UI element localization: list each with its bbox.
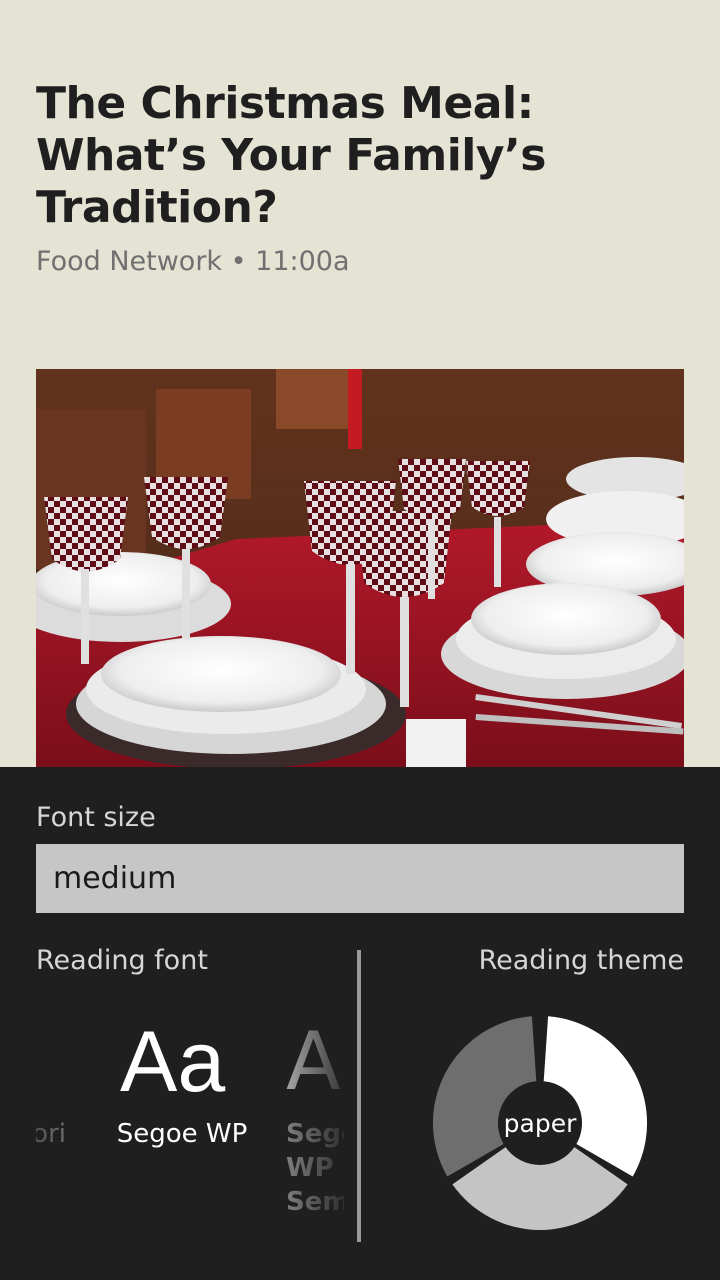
font-name: ori: [36, 1119, 66, 1149]
reading-theme-selector[interactable]: paper: [430, 1013, 650, 1233]
reading-font-label: Reading font: [36, 945, 208, 976]
article-view: The Christmas Meal: What’s Your Family’s…: [0, 0, 720, 768]
theme-segment-dark[interactable]: [432, 1016, 537, 1177]
article-source-time: Food Network • 11:00a: [36, 246, 350, 277]
reading-theme-label: Reading theme: [478, 945, 684, 976]
theme-segment-paper[interactable]: [543, 1016, 648, 1177]
font-option-next[interactable]: A Segoe WP Semibold: [286, 1007, 344, 1219]
article-title: The Christmas Meal: What’s Your Family’s…: [36, 78, 546, 233]
reading-font-carousel[interactable]: a ori Aa Segoe WP A Segoe WP Semibold: [36, 1007, 344, 1227]
font-sample: a: [36, 1007, 66, 1117]
font-size-picker[interactable]: medium: [36, 844, 684, 913]
font-option-selected[interactable]: Aa Segoe WP: [117, 1007, 252, 1151]
reading-settings-panel: Font size medium Reading font Reading th…: [0, 767, 720, 1280]
font-option-previous[interactable]: a ori: [36, 1007, 66, 1151]
font-name: Segoe WP: [116, 1119, 248, 1149]
section-divider: [357, 950, 361, 1242]
theme-segment-light[interactable]: [452, 1147, 628, 1230]
font-sample: Aa: [120, 1014, 226, 1110]
font-sample: A: [286, 1015, 341, 1108]
font-size-value: medium: [53, 861, 177, 896]
font-name: Segoe WP Semibold: [286, 1119, 344, 1217]
article-image: [36, 369, 684, 768]
font-size-label: Font size: [36, 802, 156, 833]
